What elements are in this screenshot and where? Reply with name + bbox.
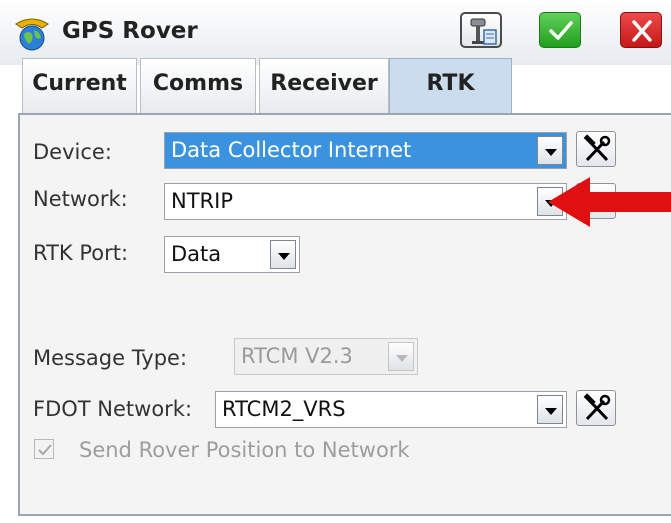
annotation-arrow-icon [548, 177, 671, 227]
message-type-label: Message Type: [33, 346, 188, 370]
message-type-value: RTCM V2.3 [241, 344, 353, 368]
tab-receiver[interactable]: Receiver [259, 58, 389, 113]
hammer-wrench-icon [583, 134, 611, 162]
send-rover-position-checkbox[interactable] [34, 439, 54, 459]
send-rover-position-label: Send Rover Position to Network [79, 438, 410, 462]
tab-comms[interactable]: Comms [140, 58, 256, 113]
fdot-network-dropdown[interactable]: RTCM2_VRS [215, 391, 567, 428]
message-type-dropdown[interactable]: RTCM V2.3 [234, 338, 418, 375]
rtk-port-dropdown[interactable]: Data [164, 236, 300, 273]
title-bar: GPS Rover [0, 0, 671, 65]
close-button[interactable] [620, 12, 662, 48]
rtk-port-value: Data [171, 242, 222, 266]
checkmark-icon [38, 444, 52, 456]
device-dropdown[interactable]: Data Collector Internet [164, 132, 567, 169]
antenna-settings-button[interactable] [460, 12, 502, 48]
hammer-wrench-icon [583, 393, 611, 421]
tab-rtk[interactable]: RTK [389, 58, 512, 113]
chevron-down-icon[interactable] [537, 395, 563, 424]
chevron-down-icon [388, 342, 414, 371]
chevron-down-icon[interactable] [537, 136, 563, 165]
fdot-network-value: RTCM2_VRS [222, 397, 346, 421]
ok-button[interactable] [539, 12, 581, 48]
antenna-settings-icon [470, 18, 497, 45]
gps-rover-app-icon [15, 18, 49, 51]
device-label: Device: [33, 140, 112, 164]
fdot-network-label: FDOT Network: [33, 397, 193, 421]
checkmark-icon [549, 21, 573, 40]
network-value: NTRIP [171, 189, 233, 213]
rtk-port-label: RTK Port: [33, 241, 129, 265]
device-value: Data Collector Internet [171, 138, 412, 162]
tab-current[interactable]: Current [22, 58, 137, 113]
device-settings-button[interactable] [576, 131, 616, 167]
close-icon [632, 20, 652, 42]
network-dropdown[interactable]: NTRIP [164, 183, 567, 220]
chevron-down-icon[interactable] [270, 240, 296, 269]
fdot-network-settings-button[interactable] [576, 390, 616, 426]
window-title: GPS Rover [62, 18, 198, 44]
network-label: Network: [33, 187, 128, 211]
